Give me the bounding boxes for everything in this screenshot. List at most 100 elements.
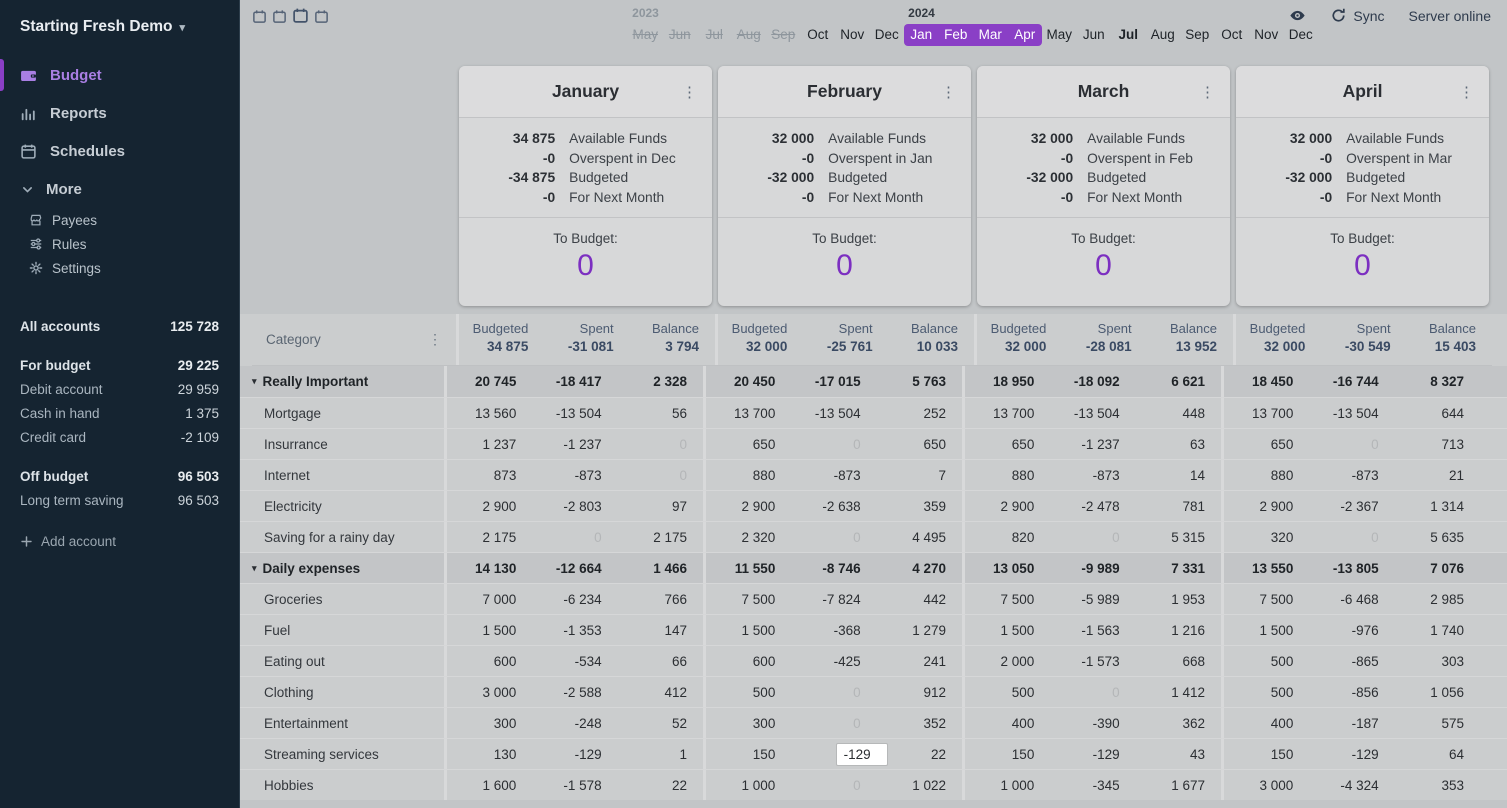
month-menu-dots-icon[interactable]: ⋮	[936, 81, 961, 103]
month-nav-sep-2024[interactable]: Sep	[1180, 24, 1215, 46]
balance-cell[interactable]: 22	[877, 747, 962, 762]
budgeted-cell[interactable]: 2 320	[706, 530, 791, 545]
budgeted-cell[interactable]: 400	[965, 716, 1050, 731]
budgeted-cell[interactable]: 1 000	[965, 778, 1050, 793]
category-group-daily-expenses[interactable]: ▾Daily expenses	[240, 553, 444, 583]
spent-cell[interactable]: -873	[532, 468, 617, 483]
budgeted-cell[interactable]: 1 237	[447, 437, 532, 452]
calendar-view-4-icon[interactable]	[314, 9, 329, 24]
spent-cell[interactable]: -2 367	[1309, 499, 1394, 514]
spent-cell[interactable]: -865	[1309, 654, 1394, 669]
budgeted-cell[interactable]: 880	[706, 468, 791, 483]
spent-cell[interactable]: -129	[532, 747, 617, 762]
budgeted-cell[interactable]: 600	[706, 654, 791, 669]
budgeted-cell[interactable]: 500	[1224, 685, 1309, 700]
balance-cell[interactable]: 713	[1395, 437, 1480, 452]
spent-cell[interactable]: -873	[791, 468, 876, 483]
spent-cell[interactable]: -1 237	[532, 437, 617, 452]
month-nav-nov-2023[interactable]: Nov	[835, 24, 870, 46]
budgeted-cell[interactable]: 820	[965, 530, 1050, 545]
spent-cell[interactable]: -129	[791, 744, 876, 765]
budgeted-cell[interactable]: 500	[965, 685, 1050, 700]
balance-cell[interactable]: 14	[1136, 468, 1221, 483]
spent-cell[interactable]: -5 989	[1050, 592, 1135, 607]
account-row-debit-account[interactable]: Debit account29 959	[20, 377, 219, 401]
account-row-credit-card[interactable]: Credit card-2 109	[20, 425, 219, 449]
month-nav-may-2024[interactable]: May	[1042, 24, 1077, 46]
sidebar-item-rules[interactable]: Rules	[9, 232, 239, 256]
spent-cell[interactable]: -345	[1050, 778, 1135, 793]
spent-cell[interactable]: 0	[1050, 685, 1135, 700]
balance-cell[interactable]: 1 412	[1136, 685, 1221, 700]
collapse-triangle-icon[interactable]: ▾	[252, 563, 257, 574]
budgeted-cell[interactable]: 13 550	[1224, 561, 1309, 576]
collapse-triangle-icon[interactable]: ▾	[252, 376, 257, 387]
month-nav-dec-2024[interactable]: Dec	[1284, 24, 1319, 46]
balance-cell[interactable]: 5 763	[877, 374, 962, 389]
balance-cell[interactable]: 7 076	[1395, 561, 1480, 576]
sidebar-item-budget[interactable]: Budget	[0, 56, 239, 94]
calendar-view-3-icon[interactable]	[292, 7, 309, 24]
budgeted-cell[interactable]: 1 500	[965, 623, 1050, 638]
category-saving-for-a-rainy-day[interactable]: Saving for a rainy day	[240, 522, 444, 552]
balance-cell[interactable]: 1 953	[1136, 592, 1221, 607]
balance-cell[interactable]: 362	[1136, 716, 1221, 731]
budget-file-selector[interactable]: Starting Fresh Demo ▾	[0, 18, 239, 36]
spent-cell[interactable]: -12 664	[532, 561, 617, 576]
spent-cell[interactable]: -1 353	[532, 623, 617, 638]
budgeted-cell[interactable]: 1 600	[447, 778, 532, 793]
balance-cell[interactable]: 63	[1136, 437, 1221, 452]
spent-cell[interactable]: -856	[1309, 685, 1394, 700]
balance-cell[interactable]: 22	[618, 778, 703, 793]
month-nav-jan-2024[interactable]: Jan	[904, 24, 939, 46]
spent-cell[interactable]: -18 092	[1050, 374, 1135, 389]
sync-button[interactable]: Sync	[1330, 7, 1384, 24]
balance-cell[interactable]: 448	[1136, 406, 1221, 421]
account-row-cash-in-hand[interactable]: Cash in hand1 375	[20, 401, 219, 425]
spent-cell[interactable]: -129	[1309, 747, 1394, 762]
balance-cell[interactable]: 252	[877, 406, 962, 421]
budgeted-cell[interactable]: 300	[706, 716, 791, 731]
category-mortgage[interactable]: Mortgage	[240, 398, 444, 428]
budgeted-cell[interactable]: 13 560	[447, 406, 532, 421]
account-row-for-budget[interactable]: For budget29 225	[20, 353, 219, 377]
category-clothing[interactable]: Clothing	[240, 677, 444, 707]
budgeted-cell[interactable]: 14 130	[447, 561, 532, 576]
budgeted-cell[interactable]: 2 900	[965, 499, 1050, 514]
balance-cell[interactable]: 66	[618, 654, 703, 669]
month-nav-oct-2023[interactable]: Oct	[801, 24, 836, 46]
spent-cell[interactable]: -187	[1309, 716, 1394, 731]
spent-cell[interactable]: 0	[1309, 530, 1394, 545]
balance-cell[interactable]: 1 740	[1395, 623, 1480, 638]
balance-cell[interactable]: 766	[618, 592, 703, 607]
balance-cell[interactable]: 5 635	[1395, 530, 1480, 545]
category-entertainment[interactable]: Entertainment	[240, 708, 444, 738]
budgeted-cell[interactable]: 18 450	[1224, 374, 1309, 389]
balance-cell[interactable]: 352	[877, 716, 962, 731]
balance-cell[interactable]: 2 985	[1395, 592, 1480, 607]
spent-cell[interactable]: -7 824	[791, 592, 876, 607]
month-menu-dots-icon[interactable]: ⋮	[677, 81, 702, 103]
budgeted-cell[interactable]: 2 175	[447, 530, 532, 545]
spent-cell[interactable]: -534	[532, 654, 617, 669]
budgeted-cell[interactable]: 20 745	[447, 374, 532, 389]
spent-cell[interactable]: -873	[1309, 468, 1394, 483]
budgeted-cell[interactable]: 650	[1224, 437, 1309, 452]
balance-cell[interactable]: 1	[618, 747, 703, 762]
spent-cell[interactable]: -18 417	[532, 374, 617, 389]
spent-cell[interactable]: 0	[791, 778, 876, 793]
account-row-off-budget[interactable]: Off budget96 503	[20, 464, 219, 488]
budgeted-cell[interactable]: 7 500	[1224, 592, 1309, 607]
budgeted-cell[interactable]: 13 700	[706, 406, 791, 421]
balance-cell[interactable]: 0	[618, 437, 703, 452]
add-account-button[interactable]: Add account	[20, 534, 219, 549]
spent-cell[interactable]: -9 989	[1050, 561, 1135, 576]
budgeted-cell[interactable]: 880	[965, 468, 1050, 483]
spent-cell[interactable]: -16 744	[1309, 374, 1394, 389]
budgeted-cell[interactable]: 130	[447, 747, 532, 762]
sidebar-item-settings[interactable]: Settings	[9, 256, 239, 280]
balance-cell[interactable]: 52	[618, 716, 703, 731]
month-nav-may-2023[interactable]: May	[628, 24, 663, 46]
budgeted-cell[interactable]: 7 000	[447, 592, 532, 607]
spent-cell[interactable]: 0	[1050, 530, 1135, 545]
